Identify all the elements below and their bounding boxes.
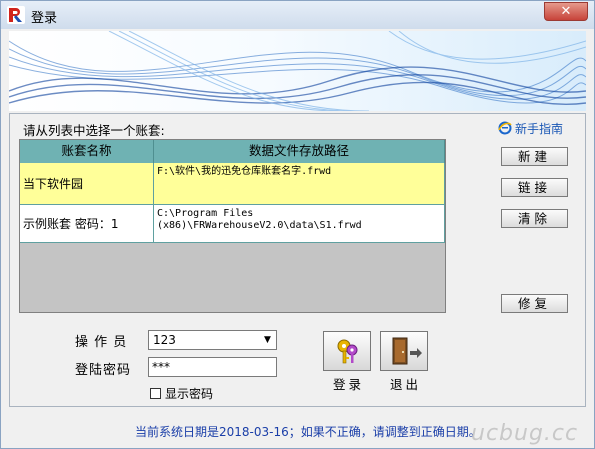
operator-select[interactable]: 123 ▼ <box>148 330 277 350</box>
keys-icon <box>337 339 358 364</box>
column-header-data-path[interactable]: 数据文件存放路径 <box>154 140 445 163</box>
list-header: 账套名称 数据文件存放路径 <box>20 140 445 163</box>
wave-decoration <box>9 31 586 111</box>
beginner-guide-link[interactable]: 新手指南 <box>498 120 563 137</box>
table-row[interactable]: 示例账套 密码：1 C:\Program Files (x86)\FRWareh… <box>20 205 445 243</box>
table-row[interactable]: 当下软件园 F:\软件\我的迅免仓库账套名字.frwd <box>20 163 445 205</box>
operator-value: 123 <box>153 333 176 347</box>
close-button[interactable]: ✕ <box>544 2 588 21</box>
clear-button[interactable]: 清除 <box>501 209 568 228</box>
account-name-cell: 当下软件园 <box>20 163 154 204</box>
banner-image <box>9 31 586 111</box>
link-button[interactable]: 链接 <box>501 178 568 197</box>
watermark: ucbug.cc <box>471 421 579 446</box>
window-title: 登录 <box>31 11 58 26</box>
repair-button[interactable]: 修复 <box>501 294 568 313</box>
account-name-cell: 示例账套 密码：1 <box>20 205 154 242</box>
beginner-guide-label: 新手指南 <box>515 122 564 136</box>
app-logo-icon <box>7 6 25 24</box>
column-header-account-name[interactable]: 账套名称 <box>20 140 154 163</box>
ie-icon <box>498 121 512 135</box>
operator-label: 操 作 员 <box>75 335 128 350</box>
account-list[interactable]: 账套名称 数据文件存放路径 当下软件园 F:\软件\我的迅免仓库账套名字.frw… <box>19 139 446 313</box>
login-button[interactable] <box>323 331 371 371</box>
exit-door-icon <box>392 337 422 365</box>
title-bar: 登录 ✕ <box>1 1 594 29</box>
system-date-status: 当前系统日期是2018-03-16；如果不正确，请调整到正确日期。 <box>135 425 481 439</box>
password-input[interactable]: *** <box>148 357 277 377</box>
show-password-checkbox[interactable]: 显示密码 <box>150 385 213 402</box>
show-password-label: 显示密码 <box>165 387 214 401</box>
checkbox-icon[interactable] <box>150 388 161 399</box>
login-label: 登录 <box>333 377 365 392</box>
exit-button[interactable] <box>380 331 428 371</box>
select-account-prompt: 请从列表中选择一个账套: <box>23 123 165 138</box>
new-button[interactable]: 新建 <box>501 147 568 166</box>
password-label: 登陆密码 <box>75 363 132 378</box>
chevron-down-icon[interactable]: ▼ <box>259 331 276 349</box>
data-path-cell: C:\Program Files (x86)\FRWarehouseV2.0\d… <box>154 205 445 242</box>
exit-label: 退出 <box>390 377 422 392</box>
data-path-cell: F:\软件\我的迅免仓库账套名字.frwd <box>154 163 445 204</box>
login-window: 登录 ✕ 请从列表中选择一个账套: 新手指南 账套名称 数据文件存放路径 当下软… <box>0 0 595 449</box>
